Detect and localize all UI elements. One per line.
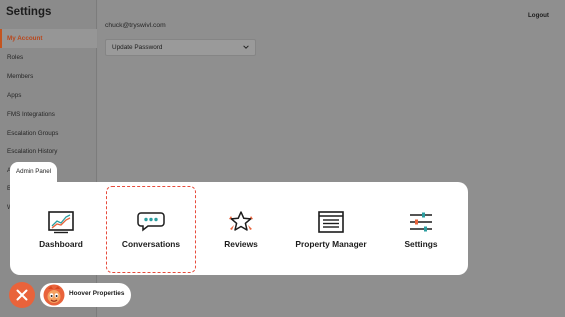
sidebar-item-apps[interactable]: Apps [0, 86, 97, 105]
tile-settings[interactable]: Settings [376, 182, 466, 275]
chevron-down-icon [243, 45, 249, 49]
tile-reviews-label: Reviews [224, 239, 258, 249]
sidebar-item-my-account[interactable]: My Account [0, 29, 97, 48]
chat-bubble-icon [137, 212, 165, 232]
sidebar-item-fms-integrations[interactable]: FMS Integrations [0, 105, 97, 124]
tile-reviews[interactable]: Reviews [196, 182, 286, 275]
sliders-icon [410, 212, 432, 232]
tile-property-manager[interactable]: Property Manager [286, 182, 376, 275]
tile-conversations[interactable]: Conversations [106, 186, 196, 273]
property-switcher[interactable]: Hoover Properties [40, 283, 131, 307]
logout-link[interactable]: Logout [528, 12, 549, 19]
sidebar-item-escalation-history[interactable]: Escalation History [0, 142, 97, 161]
sidebar-title: Settings [6, 6, 52, 18]
property-list-icon [318, 211, 344, 233]
sidebar-item-members[interactable]: Members [0, 67, 97, 86]
dashboard-chart-icon [48, 211, 74, 234]
tile-dashboard-label: Dashboard [39, 239, 83, 249]
close-icon [16, 289, 28, 301]
tile-conversations-label: Conversations [121, 239, 181, 249]
property-name: Hoover Properties [69, 290, 125, 297]
admin-panel: Dashboard Conversations Reviews Property… [10, 182, 468, 275]
update-password-select[interactable]: Update Password [105, 39, 256, 56]
star-icon [229, 211, 253, 231]
tile-dashboard[interactable]: Dashboard [16, 182, 106, 275]
property-avatar [43, 284, 65, 306]
tile-property-manager-label: Property Manager [295, 239, 367, 249]
tile-settings-label: Settings [404, 239, 438, 249]
sidebar-item-escalation-groups[interactable]: Escalation Groups [0, 124, 97, 143]
sidebar-item-roles[interactable]: Roles [0, 48, 97, 67]
account-email: chuck@tryswivl.com [105, 22, 166, 29]
update-password-label: Update Password [112, 44, 163, 51]
close-panel-button[interactable] [9, 282, 35, 308]
